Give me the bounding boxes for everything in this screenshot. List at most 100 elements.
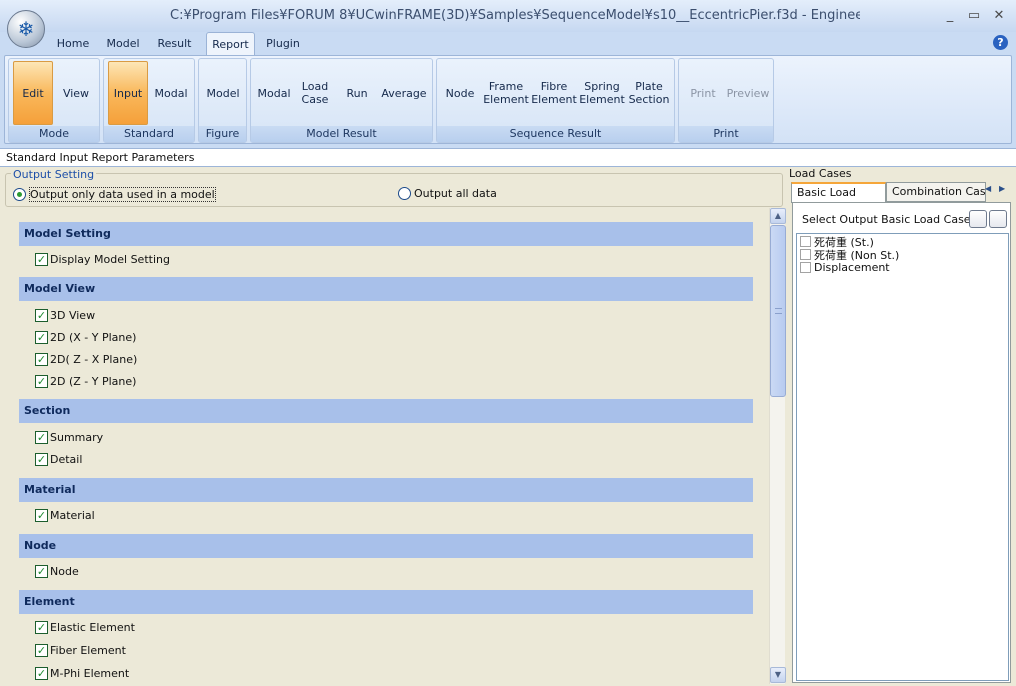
checkbox-label: 2D( Z - X Plane) [50,352,138,366]
checkbox[interactable]: ✓ [35,252,48,266]
group-label-print: Print [679,126,773,142]
checkbox[interactable]: ✓ [35,667,48,680]
checkbox[interactable]: ✓ [35,308,48,322]
tab-plugin[interactable]: Plugin [262,32,304,56]
radio-label-all: Output all data [414,187,497,200]
minimize-button[interactable]: _ [940,7,960,25]
radio-label-used: Output only data used in a model [29,187,216,202]
group-standard: Input Modal Standard [103,58,195,143]
result-modal-button[interactable]: Modal [255,61,293,125]
checkbox-label: M-Phi Element [50,667,130,680]
fibre-label-1: Fibre [540,80,568,93]
window-title: C:¥Program Files¥FORUM 8¥UCwinFRAME(3D)¥… [170,8,860,23]
edit-button[interactable]: Edit [13,61,53,125]
tab-basic-load-cases[interactable]: Basic Load Cases [791,182,886,217]
load-cases-tabs: Basic Load Cases Combination Case [791,182,1013,217]
checkbox[interactable]: ✓ [35,430,48,444]
tab-scroll-right-icon[interactable]: ▶ [999,184,1005,193]
load-case-button[interactable]: Load Case [296,61,334,125]
scroll-up-icon[interactable]: ▲ [770,208,786,224]
checkbox-item[interactable]: ✓ Elastic Element [19,616,753,639]
section-header: Material [19,478,753,502]
checkbox-item[interactable]: ✓ Material [19,504,753,526]
group-label-mode: Mode [9,126,99,142]
section-header: Model View [19,277,753,301]
checkbox-item[interactable]: ✓ Fiber Element [19,639,753,662]
group-label-sequence-result: Sequence Result [437,126,674,142]
checkbox[interactable] [800,249,811,260]
average-button[interactable]: Average [379,61,429,125]
tab-scroll-left-icon[interactable]: ◀ [985,184,991,193]
load-cases-panel: Load Cases Basic Load Cases Combination … [787,167,1016,686]
print-button[interactable]: Print [683,61,723,125]
section-header: Node [19,534,753,558]
standard-modal-button[interactable]: Modal [151,61,191,125]
radio-output-all[interactable]: Output all data [398,187,497,200]
node-button[interactable]: Node [441,61,479,125]
group-print: Print Preview Print [678,58,774,143]
checkbox-item[interactable]: ✓ Detail [19,448,753,470]
close-button[interactable]: ✕ [989,7,1009,25]
select-all-button[interactable] [969,210,987,228]
run-button[interactable]: Run [338,61,376,125]
checkbox[interactable]: ✓ [35,644,48,657]
scroll-down-icon[interactable]: ▼ [770,667,786,683]
spring-element-button[interactable]: Spring Element [579,61,625,125]
checkbox[interactable]: ✓ [35,452,48,466]
group-sequence-result: Node Frame Element Fibre Element Spring … [436,58,675,143]
grip-icon [775,308,782,314]
checkbox-label: 2D (X - Y Plane) [50,330,137,344]
output-setting-legend: Output Setting [11,168,97,181]
checkbox-item[interactable]: ✓ M-Phi Element [19,662,753,685]
checkbox[interactable]: ✓ [35,621,48,634]
frame-element-button[interactable]: Frame Element [483,61,529,125]
view-button[interactable]: View [57,61,95,125]
checkbox[interactable]: ✓ [35,564,48,578]
radio-output-used[interactable]: Output only data used in a model [13,187,216,202]
report-parameters-panel: Output Setting Output only data used in … [0,167,787,686]
checkbox[interactable] [800,262,811,273]
panel-header: Standard Input Report Parameters [0,148,1016,167]
list-item[interactable]: 死荷重 (Non St.) [797,248,1008,262]
help-icon[interactable]: ? [993,35,1008,50]
checkbox-label: Summary [50,430,104,444]
checkbox-item[interactable]: ✓ Node [19,560,753,582]
load-case-list: 死荷重 (St.) 死荷重 (Non St.) Displacement [796,233,1009,681]
checkbox-item[interactable]: ✓ Summary [19,426,753,448]
checkbox-item[interactable]: ✓ 2D( Z - X Plane) [19,348,753,370]
load-case-label-2: Case [301,93,329,106]
figure-model-button[interactable]: Model [203,61,243,125]
checkbox-item[interactable]: ✓ Display Model Setting [19,248,753,270]
preview-button[interactable]: Preview [725,61,771,125]
checkbox[interactable]: ✓ [35,508,48,522]
checkbox-label: 3D View [50,308,96,322]
checkbox[interactable] [800,236,811,247]
group-model-result: Modal Load Case Run Average Model Result [250,58,433,143]
tab-result[interactable]: Result [152,32,197,56]
checkbox[interactable]: ✓ [35,374,48,388]
plate-section-button[interactable]: Plate Section [627,61,671,125]
select-label: Select Output Basic Load Cases [802,213,977,226]
tab-report[interactable]: Report [206,32,255,56]
checkbox-item[interactable]: ✓ 2D (Z - Y Plane) [19,370,753,392]
title-bar: C:¥Program Files¥FORUM 8¥UCwinFRAME(3D)¥… [0,0,1016,32]
group-label-model-result: Model Result [251,126,432,142]
ribbon-tabs: Home Model Result Report Plugin [0,32,1016,56]
plate-label-2: Section [628,93,670,106]
checkbox[interactable]: ✓ [35,330,48,344]
tab-model[interactable]: Model [101,32,145,56]
scroll-thumb[interactable] [770,225,786,397]
checkbox-item[interactable]: ✓ 3D View [19,304,753,326]
app-menu-button[interactable]: ❄ [7,10,45,48]
checkbox[interactable]: ✓ [35,352,48,366]
tab-home[interactable]: Home [52,32,94,56]
tab-combination-case[interactable]: Combination Case [886,182,986,202]
maximize-button[interactable]: ▭ [964,7,984,25]
fibre-element-button[interactable]: Fibre Element [531,61,577,125]
vertical-scrollbar[interactable]: ▲ ▼ [769,208,786,684]
checkbox-item[interactable]: ✓ 2D (X - Y Plane) [19,326,753,348]
panel-title: Standard Input Report Parameters [6,151,195,164]
input-button[interactable]: Input [108,61,148,125]
list-item[interactable]: Displacement [797,261,1008,274]
deselect-all-button[interactable] [989,210,1007,228]
